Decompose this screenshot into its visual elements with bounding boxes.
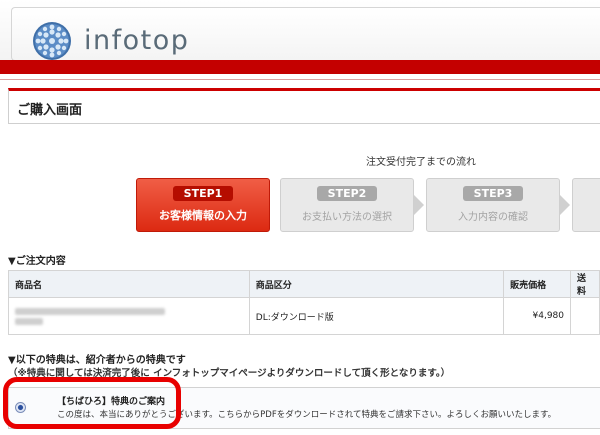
step-3-label: 入力内容の確認 [458,212,528,223]
price-cell: ¥4,980 [503,297,571,335]
header-red-bar [0,60,600,74]
order-table: 商品名 商品区分 販売価格 送料 DL:ダウンロード版 ¥4,980 [8,270,600,335]
column-header-price: 販売価格 [503,270,571,298]
page-title: ご購入画面 [17,103,83,118]
logo-frame: infotop [11,7,600,61]
product-name-cell [8,297,250,335]
table-row: DL:ダウンロード版 ¥4,980 [8,297,600,335]
shipping-cell [570,297,600,335]
site-header: infotop [0,0,600,61]
header-divider [0,79,600,80]
category-cell: DL:ダウンロード版 [248,297,505,335]
step-3-badge: STEP3 [463,186,523,201]
table-header-row: 商品名 商品区分 販売価格 送料 [8,270,600,298]
column-header-product: 商品名 [8,270,250,298]
step-arrow-icon [560,195,570,215]
bonus-heading: ▼以下の特典は、紹介者からの特典です [8,355,186,366]
step-3: STEP3 入力内容の確認 [426,178,560,232]
column-header-shipping: 送料 [570,270,600,298]
step-2-label: お支払い方法の選択 [302,212,392,223]
logo-text[interactable]: infotop [84,25,189,56]
step-1-label: お客様情報の入力 [159,209,247,222]
blurred-product-name [15,317,43,325]
highlight-annotation [3,377,181,429]
step-2-badge: STEP2 [317,186,377,201]
step-1: STEP1 お客様情報の入力 [136,178,270,232]
column-header-category: 商品区分 [248,270,505,298]
blurred-product-name [15,307,165,315]
order-heading: ▼ご注文内容 [8,256,66,267]
step-1-badge: STEP1 [173,186,233,201]
flow-title: 注文受付完了までの流れ [366,157,476,168]
page-title-box: ご購入画面 [8,88,600,124]
step-2: STEP2 お支払い方法の選択 [280,178,414,232]
step-arrow-icon [414,195,424,215]
infotop-logo-icon[interactable] [32,21,72,61]
step-4-partial [572,178,600,232]
